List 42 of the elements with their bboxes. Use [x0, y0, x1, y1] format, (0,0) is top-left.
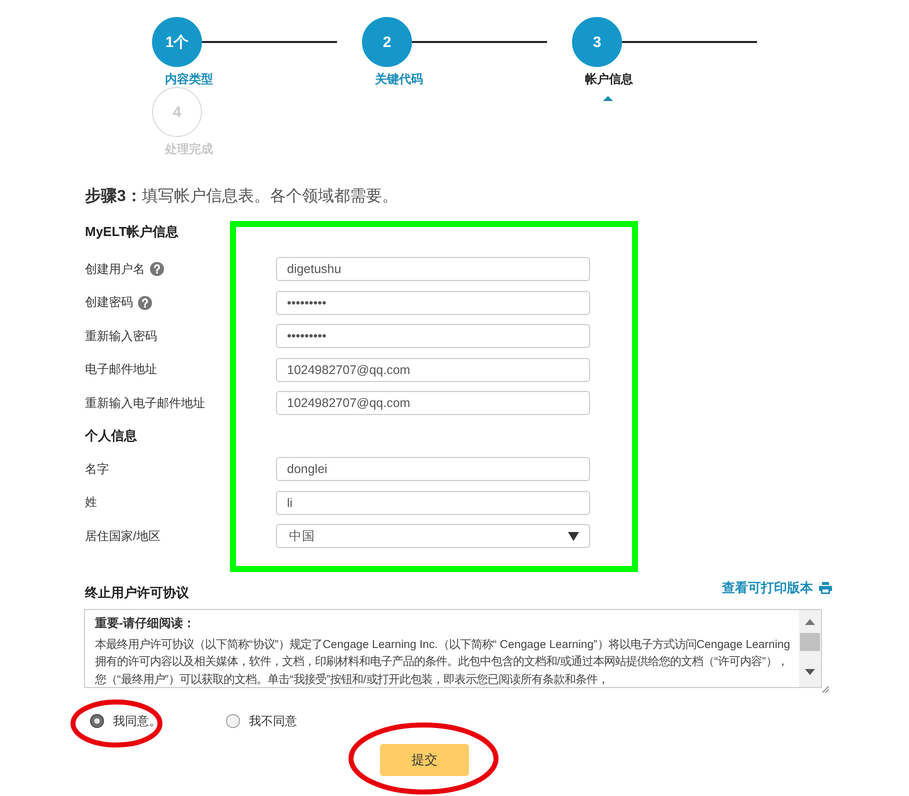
field-label: 名字 [85, 460, 109, 478]
printer-icon [819, 582, 832, 594]
resize-grip-icon [822, 686, 829, 693]
license-heading: 重要-请仔细阅读： [95, 615, 196, 632]
step-label: 关键代码 [375, 72, 423, 87]
field-label: 创建密码 [85, 294, 133, 311]
radio-button[interactable] [90, 714, 104, 728]
section-heading: 个人信息 [85, 426, 137, 444]
dropdown-field[interactable]: 中国 [276, 524, 590, 548]
submit-button[interactable]: 提交 [380, 744, 469, 776]
step-circle: 1个 [152, 17, 202, 67]
radio-button[interactable] [226, 714, 240, 728]
scroll-up-icon [805, 619, 815, 625]
section-heading: MyELT帐户信息 [85, 223, 179, 241]
field-label: 重新输入电子邮件地址 [85, 394, 205, 412]
radio-label[interactable]: 我不同意 [249, 712, 297, 730]
input-field[interactable]: 1024982707@qq.com [276, 391, 590, 415]
input-field[interactable]: 1024982707@qq.com [276, 358, 590, 382]
radio-label[interactable]: 我同意。 [113, 712, 161, 730]
scroll-down-icon [805, 669, 815, 675]
input-field[interactable]: donglei [276, 457, 590, 481]
caret-icon [603, 96, 613, 101]
scrollbar[interactable] [799, 610, 821, 687]
field-label: 电子邮件地址 [85, 361, 157, 378]
scrollbar-thumb[interactable] [800, 633, 820, 651]
field-label: 重新输入密码 [85, 328, 157, 344]
caret-down-icon [568, 532, 579, 540]
section-heading: 终止用户许可协议 [85, 584, 189, 602]
step-circle: 2 [362, 17, 412, 67]
field-label: 居住国家/地区 [85, 528, 160, 544]
input-field[interactable]: digetushu [276, 257, 590, 281]
field-label: 姓 [85, 494, 97, 511]
print-version-link[interactable]: 查看可打印版本 [722, 579, 832, 597]
step-circle: 3 [572, 17, 622, 67]
input-field[interactable]: ••••••••• [276, 290, 590, 314]
instruction-text: 步骤3：填写帐户信息表。各个领域都需要。 [85, 187, 398, 207]
input-field[interactable]: ••••••••• [276, 324, 590, 348]
field-label: 创建用户名 [85, 260, 145, 278]
step-label: 内容类型 [165, 72, 213, 87]
step-label: 帐户信息 [585, 72, 633, 87]
license-text: 本最终用户许可协议（以下简称“协议”）规定了Cengage Learning Inc.（以下简称“ Cengage Learning”）将以电子方式访问Cengage Learning拥有的许可内容以及相关媒体，软件，文档，印刷材料和电子产品的条件。此包中包含的文档和/或通过本网站提供给您的文档（“许可内容”），您（“最终用户”）可以获取的文档。单击“我接受”按钮和/或打开此包装，即表示您已阅读所有条款和条件， [95, 637, 792, 687]
input-field[interactable]: li [276, 490, 590, 514]
